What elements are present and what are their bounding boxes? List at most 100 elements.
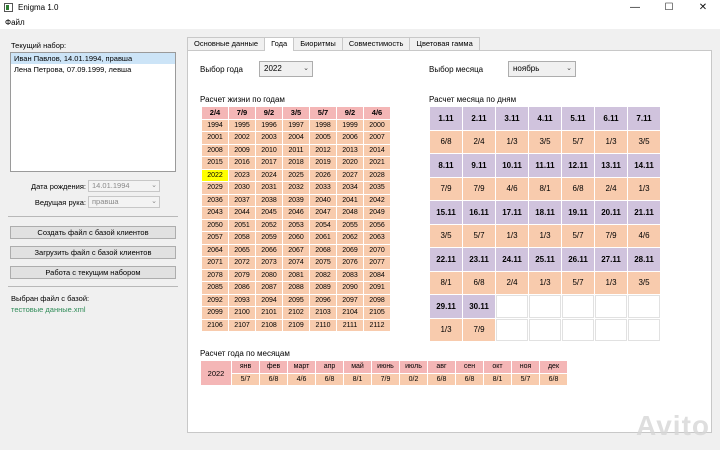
menu-file[interactable]: Файл bbox=[0, 18, 30, 27]
day-value-cell: 5/7 bbox=[562, 224, 594, 247]
year-cell: 2106 bbox=[202, 319, 228, 331]
tab-main-data[interactable]: Основные данные bbox=[187, 37, 266, 50]
birth-date-field[interactable]: 14.01.1994 ⌄ bbox=[88, 180, 160, 192]
app-icon bbox=[4, 3, 13, 12]
table-row: 2015 2016 2017 2018 2019 2020 2021 bbox=[202, 157, 390, 169]
day-date-cell: 12.11 bbox=[562, 154, 594, 177]
tab-color-palette[interactable]: Цветовая гамма bbox=[409, 37, 480, 50]
hand-value: правша bbox=[92, 197, 119, 206]
tab-years[interactable]: Года bbox=[264, 37, 295, 51]
year-cell: 2087 bbox=[256, 282, 282, 294]
year-cell: 2011 bbox=[283, 144, 309, 156]
year-cell: 1999 bbox=[337, 119, 363, 131]
year-cell: 2017 bbox=[256, 157, 282, 169]
year-cell: 2073 bbox=[256, 257, 282, 269]
year-cell: 2095 bbox=[283, 294, 309, 306]
life-calc-title: Расчет жизни по годам bbox=[200, 95, 285, 104]
year-cell: 2081 bbox=[283, 269, 309, 281]
chevron-down-icon: ⌄ bbox=[151, 198, 157, 205]
year-cell: 2040 bbox=[310, 194, 336, 206]
column-header: 2/4 bbox=[202, 107, 228, 119]
hand-select[interactable]: правша ⌄ bbox=[88, 196, 160, 208]
year-cell: 2067 bbox=[283, 244, 309, 256]
day-value-cell: 3/5 bbox=[628, 271, 660, 294]
value-row: 1/3 7/9 bbox=[430, 318, 660, 341]
day-value-cell: 7/9 bbox=[595, 224, 627, 247]
table-row: 2106 2107 2108 2109 2110 2111 2112 bbox=[202, 319, 390, 331]
year-cell: 2021 bbox=[364, 157, 390, 169]
left-panel: Текущий набор: Иван Павлов, 14.01.1994, … bbox=[8, 36, 180, 436]
list-item[interactable]: Лена Петрова, 07.09.1999, левша bbox=[11, 64, 175, 75]
year-cell: 2111 bbox=[337, 319, 363, 331]
year-cell: 2008 bbox=[202, 144, 228, 156]
birth-date-value: 14.01.1994 bbox=[92, 181, 130, 190]
year-cell: 2068 bbox=[310, 244, 336, 256]
empty-cell bbox=[595, 295, 627, 318]
year-cell: 2101 bbox=[256, 307, 282, 319]
year-cell: 2064 bbox=[202, 244, 228, 256]
table-row: 2099 2100 2101 2102 2103 2104 2105 bbox=[202, 307, 390, 319]
year-cell: 2006 bbox=[337, 132, 363, 144]
year-calc-title: Расчет года по месяцам bbox=[200, 349, 290, 358]
month-value-cell: 5/7 bbox=[512, 373, 539, 385]
year-cell: 2086 bbox=[229, 282, 255, 294]
tab-bar: Основные данные Года Биоритмы Совместимо… bbox=[187, 37, 480, 51]
minimize-button[interactable]: — bbox=[618, 0, 652, 15]
close-button[interactable]: ✕ bbox=[686, 0, 720, 15]
tab-biorhythms[interactable]: Биоритмы bbox=[293, 37, 343, 50]
window-title: Enigma 1.0 bbox=[18, 3, 59, 12]
current-year-cell: 2022 bbox=[202, 169, 228, 181]
year-cell: 2013 bbox=[337, 144, 363, 156]
month-calc-title: Расчет месяца по дням bbox=[429, 95, 517, 104]
day-value-cell: 1/3 bbox=[529, 271, 561, 294]
day-date-cell: 22.11 bbox=[430, 248, 462, 271]
year-cell: 2098 bbox=[364, 294, 390, 306]
year-cell: 2092 bbox=[202, 294, 228, 306]
maximize-button[interactable]: ☐ bbox=[652, 0, 686, 15]
year-cell: 2062 bbox=[337, 232, 363, 244]
day-date-cell: 21.11 bbox=[628, 201, 660, 224]
load-file-button[interactable]: Загрузить файл с базой клиентов bbox=[10, 246, 176, 259]
day-value-cell: 3/5 bbox=[628, 130, 660, 153]
year-cell: 2046 bbox=[283, 207, 309, 219]
day-value-cell: 1/3 bbox=[430, 318, 462, 341]
year-cell: 2023 bbox=[229, 169, 255, 181]
empty-cell bbox=[562, 318, 594, 341]
empty-cell bbox=[628, 318, 660, 341]
year-cell: 2052 bbox=[256, 219, 282, 231]
column-header: 9/2 bbox=[337, 107, 363, 119]
client-list[interactable]: Иван Павлов, 14.01.1994, правша Лена Пет… bbox=[10, 52, 176, 172]
year-cell: 2097 bbox=[337, 294, 363, 306]
day-date-cell: 6.11 bbox=[595, 107, 627, 130]
day-date-cell: 29.11 bbox=[430, 295, 462, 318]
empty-cell bbox=[595, 318, 627, 341]
year-cell: 2054 bbox=[310, 219, 336, 231]
month-header: апр bbox=[316, 361, 343, 373]
table-row: 2029 2030 2031 2032 2033 2034 2035 bbox=[202, 182, 390, 194]
empty-cell bbox=[529, 295, 561, 318]
create-file-button[interactable]: Создать файл с базой клиентов bbox=[10, 226, 176, 239]
day-value-cell: 8/1 bbox=[529, 177, 561, 200]
year-cell: 2034 bbox=[337, 182, 363, 194]
day-value-cell: 6/8 bbox=[463, 271, 495, 294]
day-value-cell: 2/4 bbox=[496, 271, 528, 294]
year-select[interactable]: 2022 ⌄ bbox=[259, 61, 313, 77]
table-row: 2050 2051 2052 2053 2054 2055 2056 bbox=[202, 219, 390, 231]
day-value-cell: 1/3 bbox=[529, 224, 561, 247]
selected-file-name: тестовые данные.xml bbox=[11, 305, 86, 314]
month-select[interactable]: ноябрь ⌄ bbox=[508, 61, 576, 77]
year-cell: 2032 bbox=[283, 182, 309, 194]
tab-compatibility[interactable]: Совместимость bbox=[341, 37, 411, 50]
year-cell: 2094 bbox=[256, 294, 282, 306]
table-row: 1994 1995 1996 1997 1998 1999 2000 bbox=[202, 119, 390, 131]
year-calc-table: 2022 янв фев март апр май июнь июль авг сен окт ноя… bbox=[200, 360, 568, 386]
day-date-cell: 14.11 bbox=[628, 154, 660, 177]
year-cell: 2090 bbox=[337, 282, 363, 294]
day-date-cell: 28.11 bbox=[628, 248, 660, 271]
list-item[interactable]: Иван Павлов, 14.01.1994, правша bbox=[11, 53, 175, 64]
window-controls: — ☐ ✕ bbox=[618, 0, 720, 15]
month-value-cell: 6/8 bbox=[540, 373, 567, 385]
work-with-set-button[interactable]: Работа с текущим набором bbox=[10, 266, 176, 279]
year-cell: 2048 bbox=[337, 207, 363, 219]
day-value-cell: 1/3 bbox=[628, 177, 660, 200]
